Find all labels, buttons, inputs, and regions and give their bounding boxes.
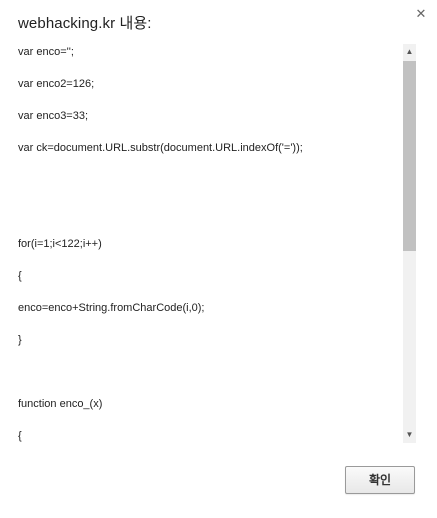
message-line: {: [18, 270, 22, 282]
close-icon[interactable]: ✕: [413, 6, 429, 22]
message-line: var enco='';: [18, 46, 74, 58]
message-line: var enco2=126;: [18, 78, 95, 90]
dialog-title: webhacking.kr 내용:: [18, 15, 152, 32]
message-line: [18, 204, 400, 220]
scroll-up-icon[interactable]: ▲: [403, 44, 416, 60]
message-line: [18, 172, 400, 188]
message-text: var enco=''; var enco2=126; var enco3=33…: [18, 44, 400, 442]
message-line: function enco_(x): [18, 398, 103, 410]
message-line: enco=enco+String.fromCharCode(i,0);: [18, 302, 205, 314]
message-line: [18, 364, 400, 380]
message-line: for(i=1;i<122;i++): [18, 238, 102, 250]
message-line: var enco3=33;: [18, 110, 89, 122]
alert-dialog: webhacking.kr 내용: ✕ var enco=''; var enc…: [0, 0, 437, 518]
scroll-down-icon[interactable]: ▼: [403, 427, 416, 443]
message-line: var ck=document.URL.substr(document.URL.…: [18, 142, 303, 154]
message-line: {: [18, 430, 22, 442]
vertical-scrollbar[interactable]: ▲ ▼: [403, 44, 416, 443]
message-line: }: [18, 334, 22, 346]
scroll-thumb[interactable]: [403, 61, 416, 251]
ok-button[interactable]: 확인: [345, 466, 415, 494]
